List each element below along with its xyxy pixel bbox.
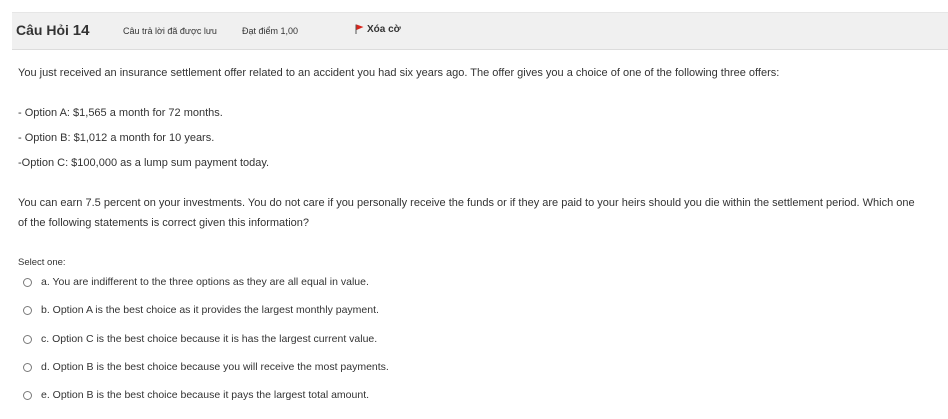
radio-button-d[interactable] (23, 362, 32, 372)
remove-flag-label: Xóa cờ (367, 24, 401, 35)
answer-option-c-label[interactable]: c. Option C is the best choice because i… (41, 333, 377, 345)
answer-option-b[interactable]: b. Option A is the best choice as it pro… (23, 302, 379, 318)
answer-option-d[interactable]: d. Option B is the best choice because y… (23, 359, 389, 375)
answer-option-a[interactable]: a. You are indifferent to the three opti… (23, 274, 369, 290)
radio-button-b[interactable] (23, 305, 32, 315)
question-state: Câu trả lời đã được lưu (123, 26, 217, 36)
question-info-bar: Câu Hỏi 14 Câu trả lời đã được lưu Đạt đ… (12, 12, 948, 50)
question-intro: You just received an insurance settlemen… (18, 67, 780, 79)
option-a-text: - Option A: $1,565 a month for 72 months… (18, 107, 223, 119)
radio-button-e[interactable] (23, 390, 32, 400)
remove-flag-button[interactable]: Xóa cờ (355, 24, 401, 35)
question-body: You can earn 7.5 percent on your investm… (18, 197, 915, 229)
answer-option-e[interactable]: e. Option B is the best choice because i… (23, 387, 369, 403)
flag-icon (355, 24, 364, 34)
question-grade: Đạt điểm 1,00 (242, 26, 299, 36)
answer-option-a-label[interactable]: a. You are indifferent to the three opti… (41, 276, 369, 288)
answer-option-e-label[interactable]: e. Option B is the best choice because i… (41, 389, 369, 401)
radio-button-c[interactable] (23, 334, 32, 344)
question-number-label: Câu Hỏi 14 (16, 22, 89, 39)
select-one-label: Select one: (18, 257, 66, 268)
option-c-text: -Option C: $100,000 as a lump sum paymen… (18, 157, 270, 169)
radio-button-a[interactable] (23, 277, 32, 287)
option-b-text: - Option B: $1,012 a month for 10 years. (18, 132, 215, 144)
answer-option-b-label[interactable]: b. Option A is the best choice as it pro… (41, 304, 379, 316)
answer-option-c[interactable]: c. Option C is the best choice because i… (23, 331, 377, 347)
answer-option-d-label[interactable]: d. Option B is the best choice because y… (41, 361, 389, 373)
question-word: Câu Hỏi (16, 22, 69, 38)
question-number: 14 (72, 22, 90, 39)
